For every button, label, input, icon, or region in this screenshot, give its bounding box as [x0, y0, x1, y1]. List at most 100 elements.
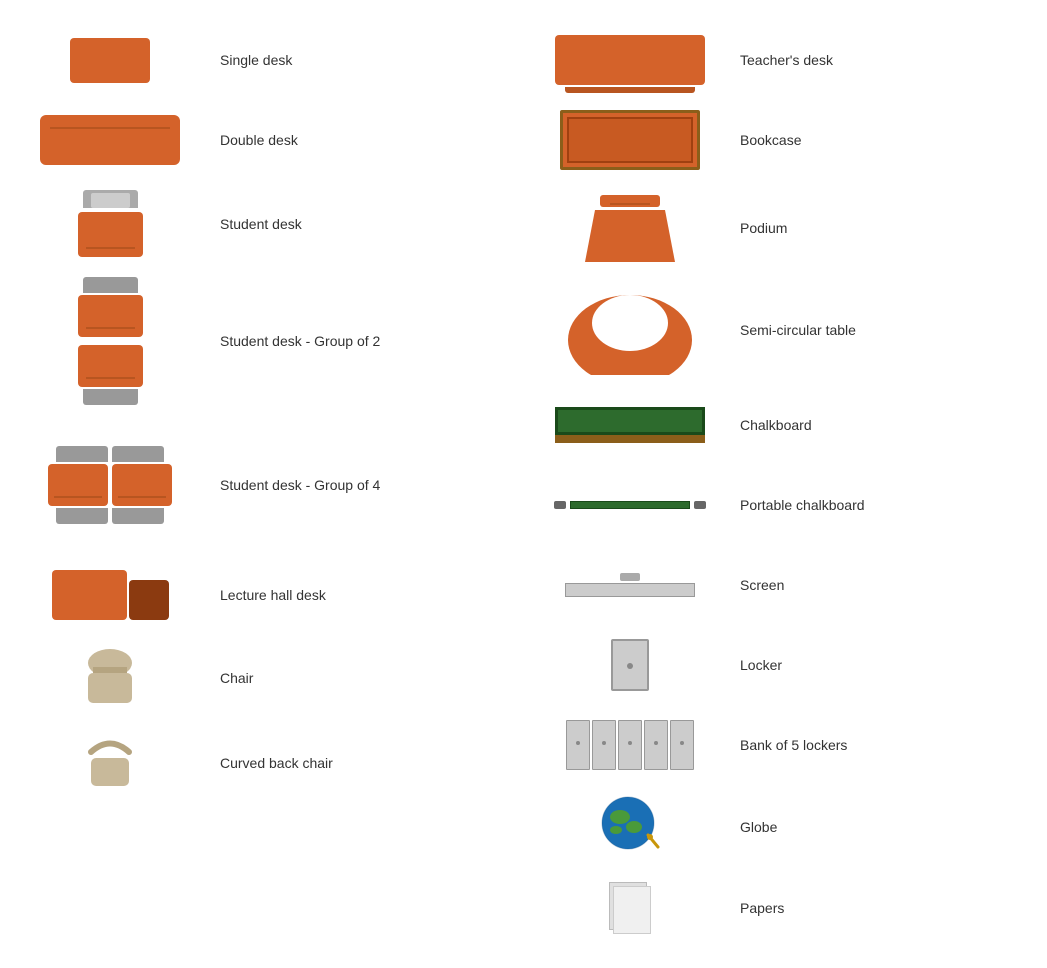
- podium-label: Podium: [720, 220, 1027, 236]
- papers-sheet-front: [613, 886, 651, 934]
- locker-icon-area: [540, 639, 720, 691]
- portable-chalkboard-icon: [554, 501, 706, 509]
- bank-of-5-lockers-label: Bank of 5 lockers: [720, 737, 1027, 753]
- semi-circular-table-icon: [560, 285, 700, 375]
- chair-icon-area: [20, 645, 200, 710]
- semi-circular-table-label: Semi-circular table: [720, 322, 1027, 338]
- student-desk-group4-row: Student desk - Group of 4: [0, 415, 520, 555]
- lecture-hall-desk-label: Lecture hall desk: [200, 587, 500, 603]
- portable-chalkboard-label: Portable chalkboard: [720, 497, 1027, 513]
- papers-icon: [609, 882, 651, 934]
- single-desk-icon: [70, 38, 150, 83]
- lecture-hall-desk-row: Lecture hall desk: [0, 555, 520, 635]
- curved-back-chair-label: Curved back chair: [200, 755, 500, 771]
- bank-of-5-lockers-row: Bank of 5 lockers: [520, 705, 1047, 785]
- screen-icon-area: [540, 573, 720, 597]
- chalkboard-tray: [555, 435, 705, 443]
- curved-back-chair-icon: [83, 730, 138, 795]
- portable-chalkboard-icon-area: [540, 501, 720, 509]
- student-desk-row: Student desk: [0, 180, 520, 267]
- left-column: Single desk Double desk Student desk: [0, 20, 520, 948]
- lecture-chair: [129, 580, 169, 620]
- teachers-desk-icon-area: [540, 35, 720, 85]
- student-desk-chair-top: [83, 190, 138, 208]
- right-column: Teacher's desk Bookcase Podium: [520, 20, 1047, 948]
- chair-row: Chair: [0, 635, 520, 720]
- student-desk-label: Student desk: [200, 216, 500, 232]
- double-desk-row: Double desk: [0, 100, 520, 180]
- lecture-desk-top: [52, 570, 127, 620]
- group2-desk1: [78, 295, 143, 337]
- single-desk-icon-area: [20, 38, 200, 83]
- bank-of-5-lockers-icon-area: [540, 720, 720, 770]
- group4-chairs-bot: [56, 508, 164, 524]
- single-desk-label: Single desk: [200, 52, 500, 68]
- group2-chair-bot: [83, 389, 138, 405]
- group4-chair-top-left: [56, 446, 108, 462]
- bookcase-icon-area: [540, 110, 720, 170]
- student-desk-group2-icon-area: [20, 277, 200, 405]
- locker-label: Locker: [720, 657, 1027, 673]
- globe-icon: [600, 795, 660, 855]
- double-desk-label: Double desk: [200, 132, 500, 148]
- bookcase-row: Bookcase: [520, 100, 1047, 180]
- podium-row: Podium: [520, 180, 1047, 275]
- teachers-desk-top: [555, 35, 705, 85]
- curved-back-chair-row: Curved back chair: [0, 720, 520, 805]
- semi-circular-table-icon-area: [540, 285, 720, 375]
- bookcase-icon: [560, 110, 700, 170]
- semi-circular-table-row: Semi-circular table: [520, 275, 1047, 385]
- teachers-desk-icon: [555, 35, 705, 85]
- group2-desk2: [78, 345, 143, 387]
- locker-icon: [611, 639, 649, 691]
- group2-chair-top1: [83, 277, 138, 293]
- chair-label: Chair: [200, 670, 500, 686]
- globe-icon-area: [540, 795, 720, 858]
- curved-back-chair-icon-area: [20, 730, 200, 795]
- papers-row: Papers: [520, 868, 1047, 948]
- portable-chalkboard-row: Portable chalkboard: [520, 465, 1047, 545]
- screen-handle: [620, 573, 640, 581]
- portable-chalkboard-handle-right: [694, 501, 706, 509]
- papers-icon-area: [540, 882, 720, 934]
- bookcase-label: Bookcase: [720, 132, 1027, 148]
- bank-of-5-lockers-icon: [566, 720, 694, 770]
- locker-unit-5: [670, 720, 694, 770]
- screen-icon: [565, 573, 695, 597]
- student-desk-group4-icon-area: [20, 446, 200, 524]
- group4-desk-left: [48, 464, 108, 506]
- screen-body: [565, 583, 695, 597]
- papers-label: Papers: [720, 900, 1027, 916]
- lecture-hall-desk-icon: [52, 570, 169, 620]
- locker-row: Locker: [520, 625, 1047, 705]
- chalkboard-label: Chalkboard: [720, 417, 1027, 433]
- screen-row: Screen: [520, 545, 1047, 625]
- student-desk-group4-label: Student desk - Group of 4: [200, 477, 500, 493]
- single-desk-row: Single desk: [0, 20, 520, 100]
- portable-chalkboard-handle-left: [554, 501, 566, 509]
- group4-chair-bot-right: [112, 508, 164, 524]
- group4-chair-bot-left: [56, 508, 108, 524]
- chalkboard-icon: [555, 407, 705, 443]
- globe-label: Globe: [720, 819, 1027, 835]
- group4-chairs-top: [56, 446, 164, 462]
- double-desk-icon: [40, 115, 180, 165]
- lecture-hall-desk-icon-area: [20, 570, 200, 620]
- screen-label: Screen: [720, 577, 1027, 593]
- portable-chalkboard-board: [570, 501, 690, 509]
- bookcase-inner: [567, 117, 693, 163]
- group4-desks: [48, 464, 172, 506]
- globe-icon-wrap: [600, 795, 660, 858]
- locker-unit-3: [618, 720, 642, 770]
- locker-unit-2: [592, 720, 616, 770]
- podium-icon: [575, 190, 685, 265]
- student-desk-group2-label: Student desk - Group of 2: [200, 333, 500, 349]
- group4-chair-top-right: [112, 446, 164, 462]
- group4-desk-right: [112, 464, 172, 506]
- podium-icon-area: [540, 190, 720, 265]
- teachers-desk-label: Teacher's desk: [720, 52, 1027, 68]
- locker-unit-1: [566, 720, 590, 770]
- chair-icon: [83, 645, 138, 710]
- student-desk-icon: [78, 190, 143, 257]
- chalkboard-row: Chalkboard: [520, 385, 1047, 465]
